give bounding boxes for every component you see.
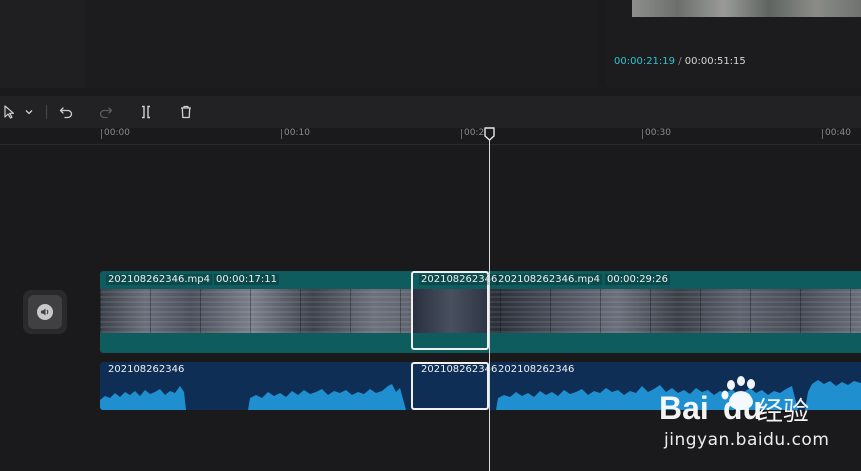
ruler-tick-label: 00:2	[460, 128, 485, 139]
ruler-tick-label: 00:30	[642, 128, 671, 139]
current-timecode: 00:00:21:19	[614, 56, 676, 67]
audio-clip-name: 202108262346	[498, 364, 575, 375]
playhead-handle-icon[interactable]	[484, 127, 495, 141]
properties-panel	[87, 0, 598, 88]
video-clip-duration: 00:00:29:26	[605, 274, 671, 285]
video-clip-name: 202108262346.mp4	[496, 274, 602, 285]
preview-video-frame	[632, 0, 861, 17]
jingyan-label: 经验	[757, 397, 810, 427]
selected-video-clip[interactable]: 202108262346	[411, 271, 500, 350]
redo-icon[interactable]	[95, 96, 117, 128]
video-clip-name: 202108262346.mp4	[106, 274, 212, 285]
chevron-down-icon[interactable]	[20, 96, 38, 128]
track-mute-button[interactable]	[23, 290, 67, 334]
mute-button-face	[28, 295, 62, 329]
delete-icon[interactable]	[175, 96, 197, 128]
playhead-line[interactable]	[489, 140, 490, 471]
player-timecode: 00:00:21:19 / 00:00:51:15	[614, 56, 746, 67]
video-clip-name: 202108262346	[419, 274, 500, 285]
undo-icon[interactable]	[55, 96, 77, 128]
selected-audio-clip[interactable]: 202108262346	[411, 362, 497, 410]
video-clip-duration: 00:00:17:11	[214, 274, 280, 285]
ruler-tick-label: 00:10	[281, 128, 310, 139]
watermark-url: jingyan.baidu.com	[664, 430, 830, 450]
split-icon[interactable]	[135, 96, 157, 128]
audio-clip-name: 202108262346	[108, 364, 185, 375]
total-timecode: 00:00:51:15	[684, 56, 746, 67]
ruler-tick-label: 00:00	[101, 128, 130, 139]
baidu-logo-text: Bai	[659, 390, 709, 426]
toolbar-divider	[46, 105, 47, 119]
timecode-separator: /	[678, 56, 682, 67]
speaker-icon	[37, 304, 53, 320]
media-panel	[0, 0, 86, 88]
ruler-tick-label: 00:40	[822, 128, 851, 139]
audio-clip-name: 202108262346	[421, 364, 498, 375]
select-cursor-icon[interactable]	[0, 96, 20, 128]
timeline-toolbar	[0, 96, 861, 128]
